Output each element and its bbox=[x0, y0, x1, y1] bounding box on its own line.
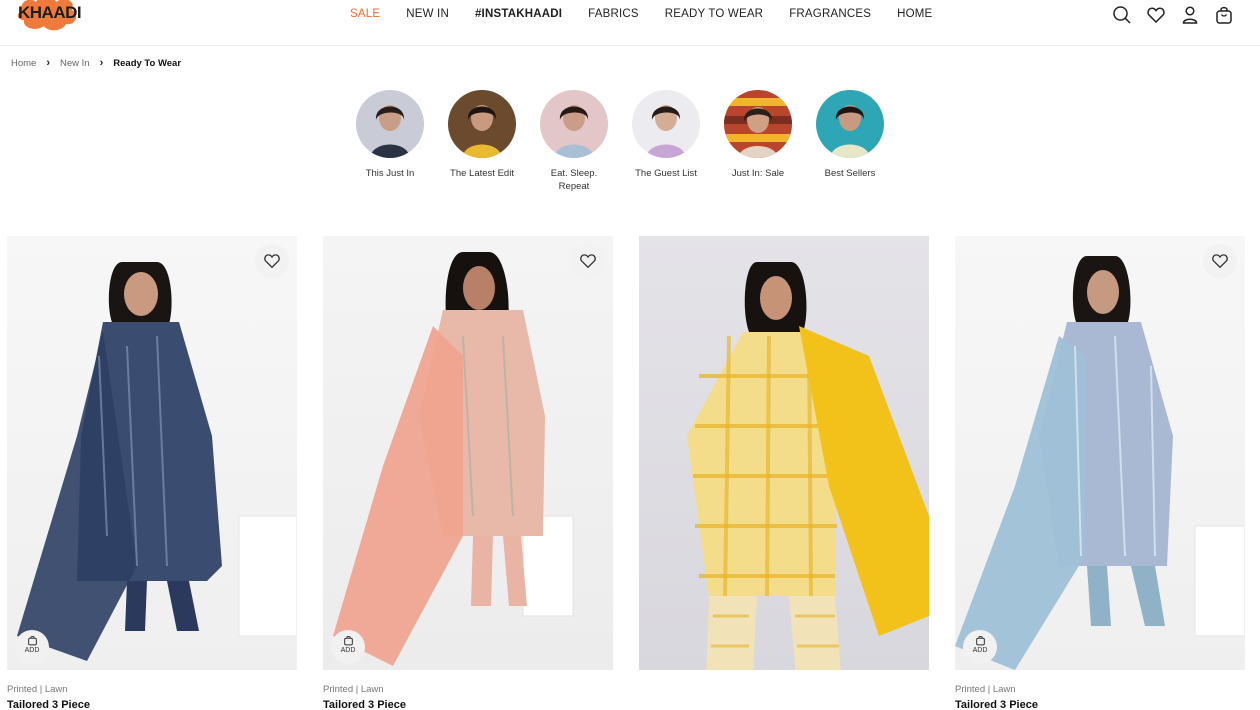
search-icon[interactable] bbox=[1112, 5, 1132, 25]
breadcrumb: Home › New In › Ready To Wear bbox=[11, 57, 181, 69]
product-image[interactable] bbox=[639, 236, 929, 670]
category-thumbnail[interactable] bbox=[448, 90, 516, 158]
add-to-cart-button[interactable]: ADD bbox=[15, 630, 49, 664]
product-card[interactable]: ADD Printed | Lawn Tailored 3 Piece bbox=[955, 236, 1245, 710]
product-meta bbox=[639, 684, 929, 688]
product-subtitle: Printed | Lawn bbox=[7, 684, 68, 695]
category-thumbnail[interactable] bbox=[816, 90, 884, 158]
category-label: The Latest Edit bbox=[450, 168, 514, 179]
bag-plus-icon bbox=[975, 635, 985, 646]
heart-icon[interactable] bbox=[1146, 5, 1166, 25]
category-this-just-in[interactable]: This Just In bbox=[356, 90, 424, 193]
nav-item-home[interactable]: HOME bbox=[897, 8, 932, 20]
product-meta: Printed | Lawn Tailored 3 Piece bbox=[7, 684, 297, 710]
add-label: ADD bbox=[340, 647, 356, 654]
chevron-right-icon: › bbox=[46, 57, 51, 69]
category-label: Just In: Sale bbox=[731, 168, 785, 179]
breadcrumb-new-in[interactable]: New In bbox=[60, 58, 90, 69]
category-the-guest-list[interactable]: The Guest List bbox=[632, 90, 700, 193]
category-thumbnail[interactable] bbox=[632, 90, 700, 158]
logo-text: KHAADI bbox=[18, 3, 82, 22]
user-icon[interactable] bbox=[1180, 5, 1200, 25]
category-best-sellers[interactable]: Best Sellers bbox=[816, 90, 884, 193]
bag-plus-icon bbox=[27, 635, 37, 646]
product-image[interactable]: ADD bbox=[7, 236, 297, 670]
category-just-in-sale[interactable]: Just In: Sale bbox=[724, 90, 792, 193]
category-label: The Guest List bbox=[635, 168, 697, 179]
add-label: ADD bbox=[972, 647, 988, 654]
site-header: KHAADI SALE NEW IN #INSTAKHAADI FABRICS … bbox=[0, 0, 1260, 46]
product-meta: Printed | Lawn Tailored 3 Piece bbox=[955, 684, 1245, 710]
category-label: Eat. Sleep. Repeat bbox=[550, 168, 598, 192]
category-label: Best Sellers bbox=[824, 168, 876, 179]
product-name[interactable]: Tailored 3 Piece bbox=[7, 699, 297, 710]
category-the-latest-edit[interactable]: The Latest Edit bbox=[448, 90, 516, 193]
heart-icon bbox=[1212, 254, 1228, 269]
nav-item-fabrics[interactable]: FABRICS bbox=[588, 8, 639, 20]
category-eat-sleep-repeat[interactable]: Eat. Sleep. Repeat bbox=[540, 90, 608, 193]
khaadi-logo[interactable]: KHAADI bbox=[14, 0, 84, 32]
category-strip: This Just In The Latest Edit Eat. Sleep.… bbox=[356, 90, 908, 193]
add-label: ADD bbox=[24, 647, 40, 654]
product-meta: Printed | Lawn Tailored 3 Piece bbox=[323, 684, 613, 710]
product-image[interactable]: ADD bbox=[955, 236, 1245, 670]
category-thumbnail[interactable] bbox=[356, 90, 424, 158]
add-to-cart-button[interactable]: ADD bbox=[331, 630, 365, 664]
wishlist-button[interactable] bbox=[571, 244, 605, 278]
category-thumbnail[interactable] bbox=[540, 90, 608, 158]
header-icons bbox=[1112, 5, 1234, 25]
product-name[interactable]: Tailored 3 Piece bbox=[323, 699, 613, 710]
heart-icon bbox=[580, 254, 596, 269]
product-card[interactable] bbox=[639, 236, 929, 670]
nav-item-instakhaadi[interactable]: #INSTAKHAADI bbox=[475, 8, 562, 20]
bag-plus-icon bbox=[343, 635, 353, 646]
wishlist-button[interactable] bbox=[1203, 244, 1237, 278]
heart-icon bbox=[264, 254, 280, 269]
add-to-cart-button[interactable]: ADD bbox=[963, 630, 997, 664]
chevron-right-icon: › bbox=[99, 57, 104, 69]
product-subtitle: Printed | Lawn bbox=[323, 684, 384, 695]
product-subtitle: Printed | Lawn bbox=[955, 684, 1016, 695]
breadcrumb-current: Ready To Wear bbox=[113, 57, 182, 69]
product-image[interactable]: ADD bbox=[323, 236, 613, 670]
category-thumbnail[interactable] bbox=[724, 90, 792, 158]
product-name[interactable]: Tailored 3 Piece bbox=[955, 699, 1245, 710]
breadcrumb-home[interactable]: Home bbox=[11, 58, 36, 69]
nav-item-ready-to-wear[interactable]: READY TO WEAR bbox=[665, 8, 763, 20]
main-nav: SALE NEW IN #INSTAKHAADI FABRICS READY T… bbox=[350, 8, 958, 20]
wishlist-button[interactable] bbox=[255, 244, 289, 278]
nav-item-sale[interactable]: SALE bbox=[350, 8, 380, 20]
product-card[interactable]: ADD Printed | Lawn Tailored 3 Piece bbox=[323, 236, 613, 710]
category-label: This Just In bbox=[365, 168, 415, 179]
nav-item-new-in[interactable]: NEW IN bbox=[406, 8, 449, 20]
nav-item-fragrances[interactable]: FRAGRANCES bbox=[789, 8, 871, 20]
product-card[interactable]: ADD Printed | Lawn Tailored 3 Piece bbox=[7, 236, 297, 710]
bag-icon[interactable] bbox=[1214, 5, 1234, 25]
